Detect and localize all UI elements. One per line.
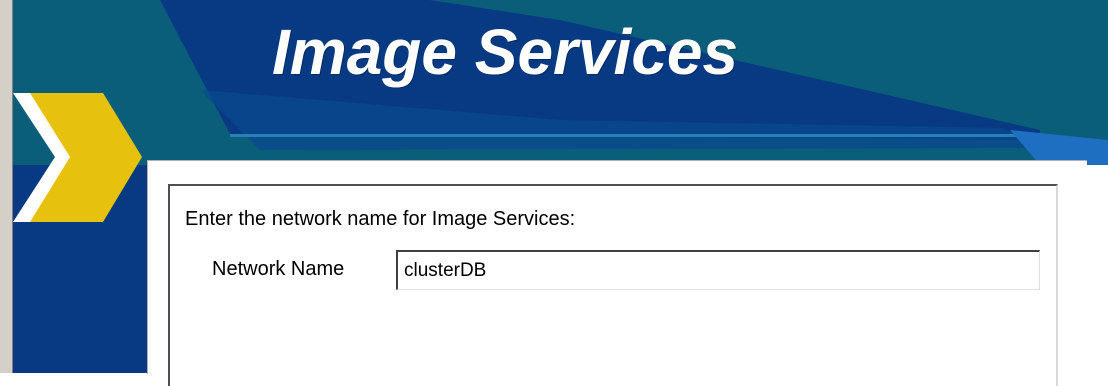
network-name-input[interactable] [396,250,1040,290]
network-name-prompt: Enter the network name for Image Service… [185,208,576,230]
banner-title: Image Services [272,16,739,88]
network-name-label: Network Name [212,258,345,280]
banner-highlight-stripe [230,134,1040,137]
